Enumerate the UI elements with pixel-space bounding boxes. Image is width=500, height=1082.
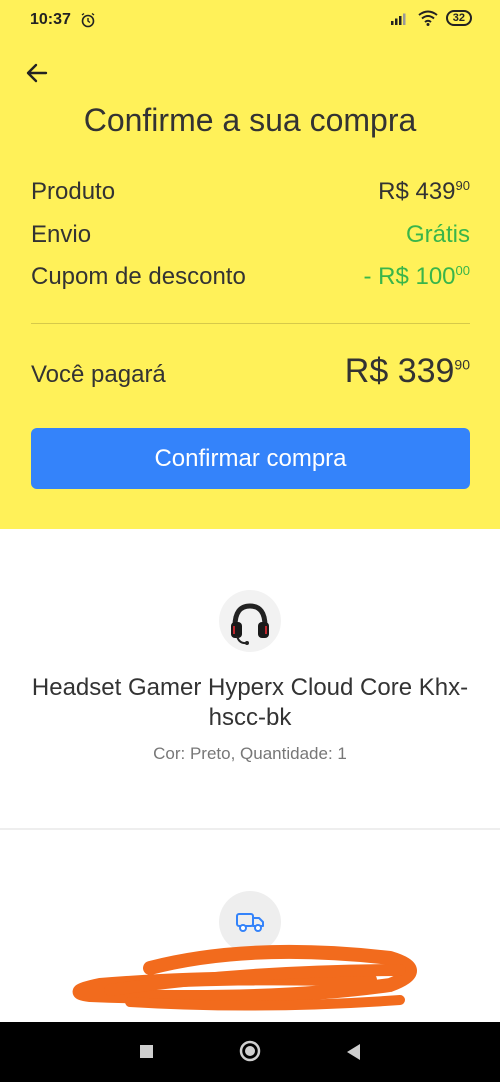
- total-label: Você pagará: [31, 361, 166, 388]
- redaction-scribble: [72, 944, 417, 1011]
- headset-icon: [231, 603, 269, 645]
- product-thumbnail: [219, 590, 281, 652]
- page-title: Confirme a sua compra: [83, 102, 417, 138]
- total-row: Você pagará R$ 33990: [31, 352, 470, 391]
- status-icons: 32: [390, 10, 472, 26]
- row-value: R$ 43990: [378, 178, 470, 205]
- row-label: Envio: [31, 221, 92, 248]
- coupon-row: Cupom de desconto - R$ 10000: [31, 263, 470, 291]
- total-value: R$ 33990: [344, 352, 470, 390]
- back-arrow-icon: [26, 63, 48, 83]
- truck-icon: [236, 913, 264, 932]
- row-label: Produto: [31, 178, 116, 205]
- row-value: Grátis: [405, 221, 470, 248]
- signal-icon: [390, 13, 406, 25]
- nav-home-icon[interactable]: [239, 1040, 261, 1062]
- battery-indicator: 32: [445, 10, 472, 26]
- nav-back-icon[interactable]: [345, 1043, 361, 1061]
- product-price-row: Produto R$ 43990: [31, 178, 470, 206]
- status-time: 10:37: [30, 11, 71, 28]
- summary-divider: [31, 323, 470, 324]
- product-attributes: Cor: Preto, Quantidade: 1: [153, 744, 347, 763]
- wifi-icon: [418, 10, 438, 26]
- alarm-icon: [81, 12, 95, 28]
- row-value: - R$ 10000: [363, 263, 470, 290]
- back-button[interactable]: [22, 58, 52, 88]
- nav-square-icon[interactable]: [140, 1045, 153, 1058]
- section-divider: [0, 828, 500, 830]
- confirm-purchase-button[interactable]: Confirmar compra: [31, 428, 470, 489]
- product-name: Headset Gamer Hyperx Cloud Core Khx-hscc…: [31, 674, 469, 731]
- status-bar: 10:37 32: [0, 0, 500, 40]
- shipping-row: Envio Grátis: [31, 221, 470, 249]
- row-label: Cupom de desconto: [31, 263, 246, 290]
